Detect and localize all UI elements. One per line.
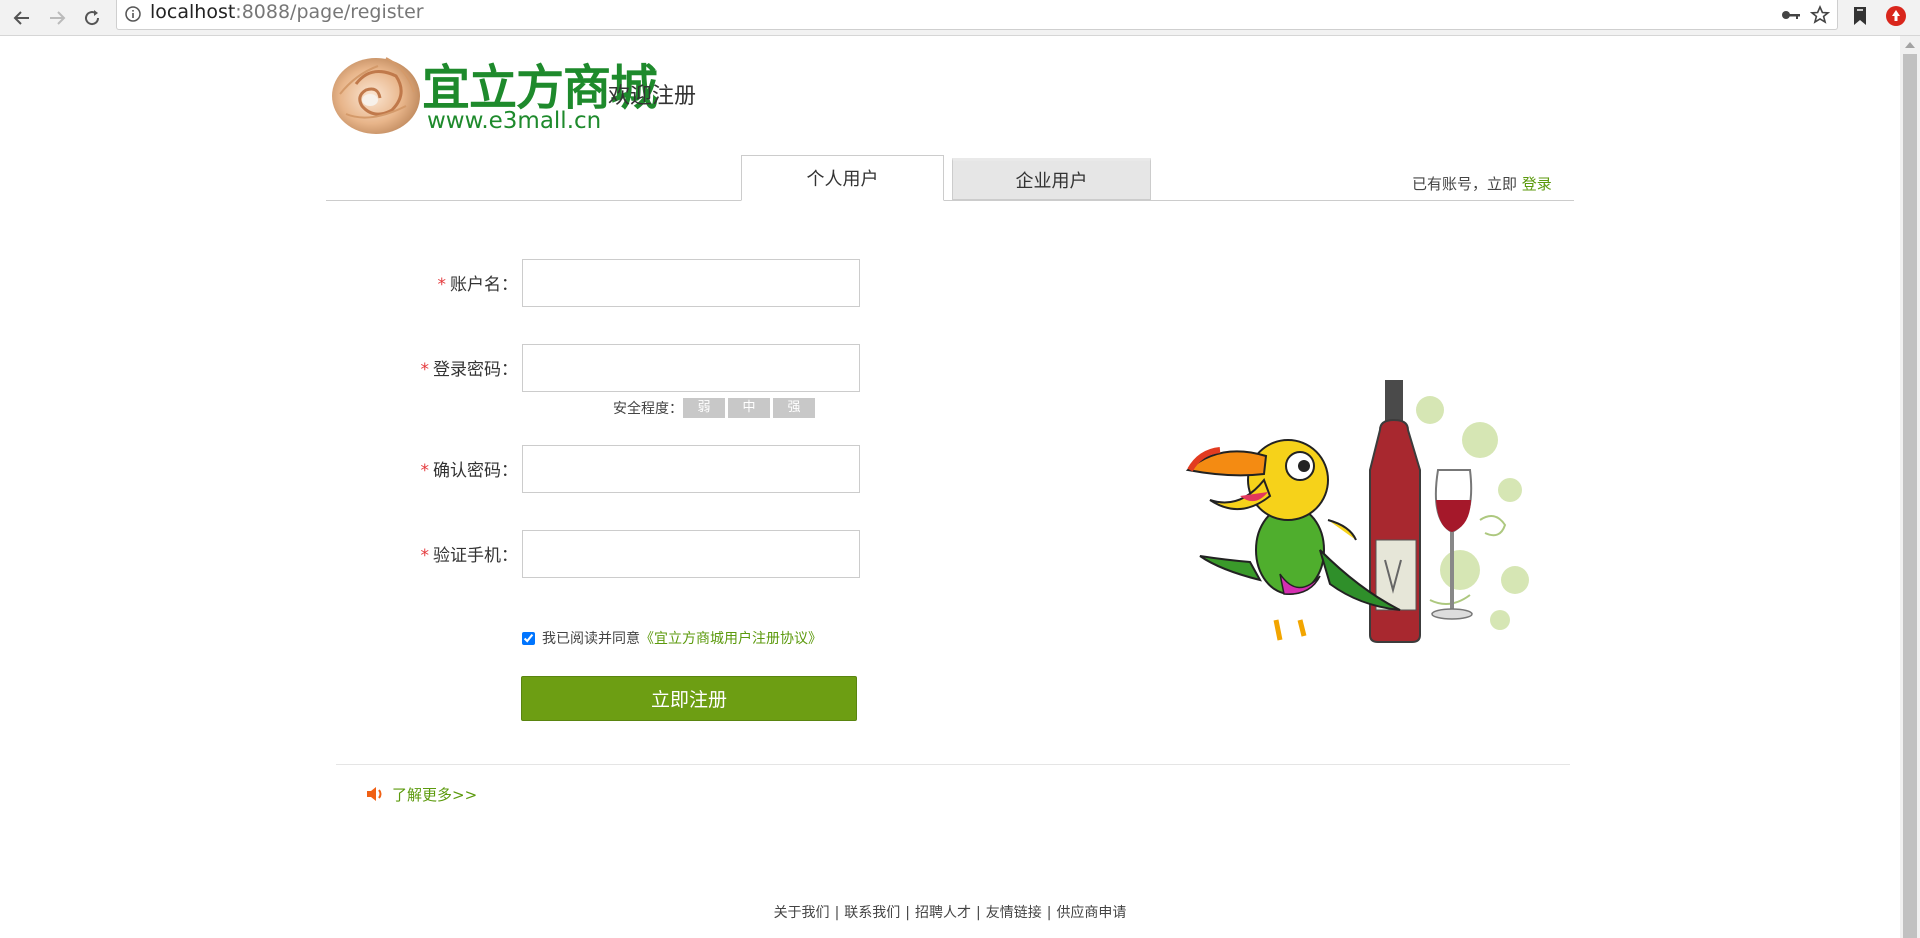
address-bar[interactable]: localhost:8088/page/register	[116, 0, 1838, 30]
tab-personal-user[interactable]: 个人用户	[741, 155, 944, 201]
scroll-up-arrow-icon[interactable]	[1905, 42, 1915, 48]
register-button[interactable]: 立即注册	[521, 676, 857, 721]
browser-toolbar: localhost:8088/page/register	[0, 0, 1920, 36]
page-scrollbar[interactable]	[1900, 36, 1920, 938]
required-mark: *	[437, 275, 447, 295]
username-label: * 账户名：	[318, 270, 519, 295]
key-icon[interactable]	[1781, 5, 1801, 25]
extension-red-icon[interactable]	[1884, 4, 1908, 28]
confirm-label-text: 确认密码：	[433, 461, 518, 481]
back-button[interactable]	[9, 5, 35, 31]
footer-link-careers[interactable]: 招聘人才	[915, 905, 971, 921]
tab-company-user[interactable]: 企业用户	[952, 158, 1151, 200]
strength-label: 安全程度：	[613, 401, 683, 417]
strength-medium: 中	[728, 398, 770, 418]
back-arrow-icon	[13, 11, 29, 25]
username-input[interactable]	[522, 259, 860, 307]
footer-separator: |	[976, 905, 981, 921]
scroll-thumb[interactable]	[1903, 54, 1917, 938]
learn-more-text[interactable]: 了解更多>>	[392, 784, 477, 805]
footer-link-friends[interactable]: 友情链接	[986, 905, 1042, 921]
agreement-row: 我已阅读并同意 《宜立方商城用户注册协议》	[522, 628, 822, 648]
password-input[interactable]	[522, 344, 860, 392]
footer-link-supplier[interactable]: 供应商申请	[1056, 905, 1126, 921]
required-mark: *	[420, 461, 430, 481]
agreement-link[interactable]: 《宜立方商城用户注册协议》	[640, 628, 822, 648]
has-account-text: 已有账号，立即 登录	[1412, 173, 1552, 194]
footer-link-contact[interactable]: 联系我们	[844, 905, 900, 921]
footer-separator: |	[834, 905, 840, 921]
tabs-divider	[326, 200, 1574, 201]
learn-more-link[interactable]: 了解更多>>	[366, 783, 477, 805]
agree-checkbox[interactable]	[522, 631, 535, 645]
site-logo[interactable]: 宜立方商城 www.e3mall.cn	[326, 44, 658, 140]
logo-url: www.e3mall.cn	[427, 108, 602, 134]
forward-arrow-icon	[50, 11, 66, 25]
confirm-password-input[interactable]	[522, 445, 860, 493]
strength-weak: 弱	[683, 398, 725, 418]
nautilus-shell-icon	[332, 57, 420, 134]
password-label: * 登录密码：	[318, 355, 519, 380]
bookmark-extension-icon[interactable]	[1848, 4, 1872, 28]
required-mark: *	[420, 546, 430, 566]
password-label-text: 登录密码：	[433, 360, 518, 380]
forward-button[interactable]	[44, 5, 70, 31]
bookmark-star-icon[interactable]	[1810, 5, 1830, 25]
confirm-password-label: * 确认密码：	[318, 456, 519, 481]
phone-input[interactable]	[522, 530, 860, 578]
phone-label: * 验证手机：	[318, 541, 519, 566]
footer-link-about[interactable]: 关于我们	[774, 905, 830, 921]
username-label-text: 账户名：	[450, 275, 518, 295]
reload-button[interactable]	[79, 5, 105, 31]
password-strength: 安全程度： 弱 中 强	[613, 397, 818, 419]
section-divider	[336, 764, 1570, 765]
footer-links: 关于我们 | 联系我们 | 招聘人才 | 友情链接 | 供应商申请	[0, 902, 1900, 922]
footer-separator: |	[1046, 905, 1052, 921]
reload-icon	[85, 10, 100, 26]
url-text[interactable]: localhost:8088/page/register	[150, 1, 424, 23]
strength-strong: 强	[773, 398, 815, 418]
required-mark: *	[420, 360, 430, 380]
parrot-wine-illustration	[1185, 380, 1529, 643]
has-account-prefix: 已有账号，立即	[1412, 175, 1518, 193]
agree-text: 我已阅读并同意	[542, 631, 640, 647]
footer-separator: |	[905, 905, 910, 921]
phone-label-text: 验证手机：	[433, 546, 518, 566]
info-icon[interactable]	[125, 6, 141, 22]
welcome-title: 欢迎注册	[608, 84, 697, 109]
login-link[interactable]: 登录	[1522, 175, 1552, 193]
speaker-icon	[366, 786, 384, 802]
